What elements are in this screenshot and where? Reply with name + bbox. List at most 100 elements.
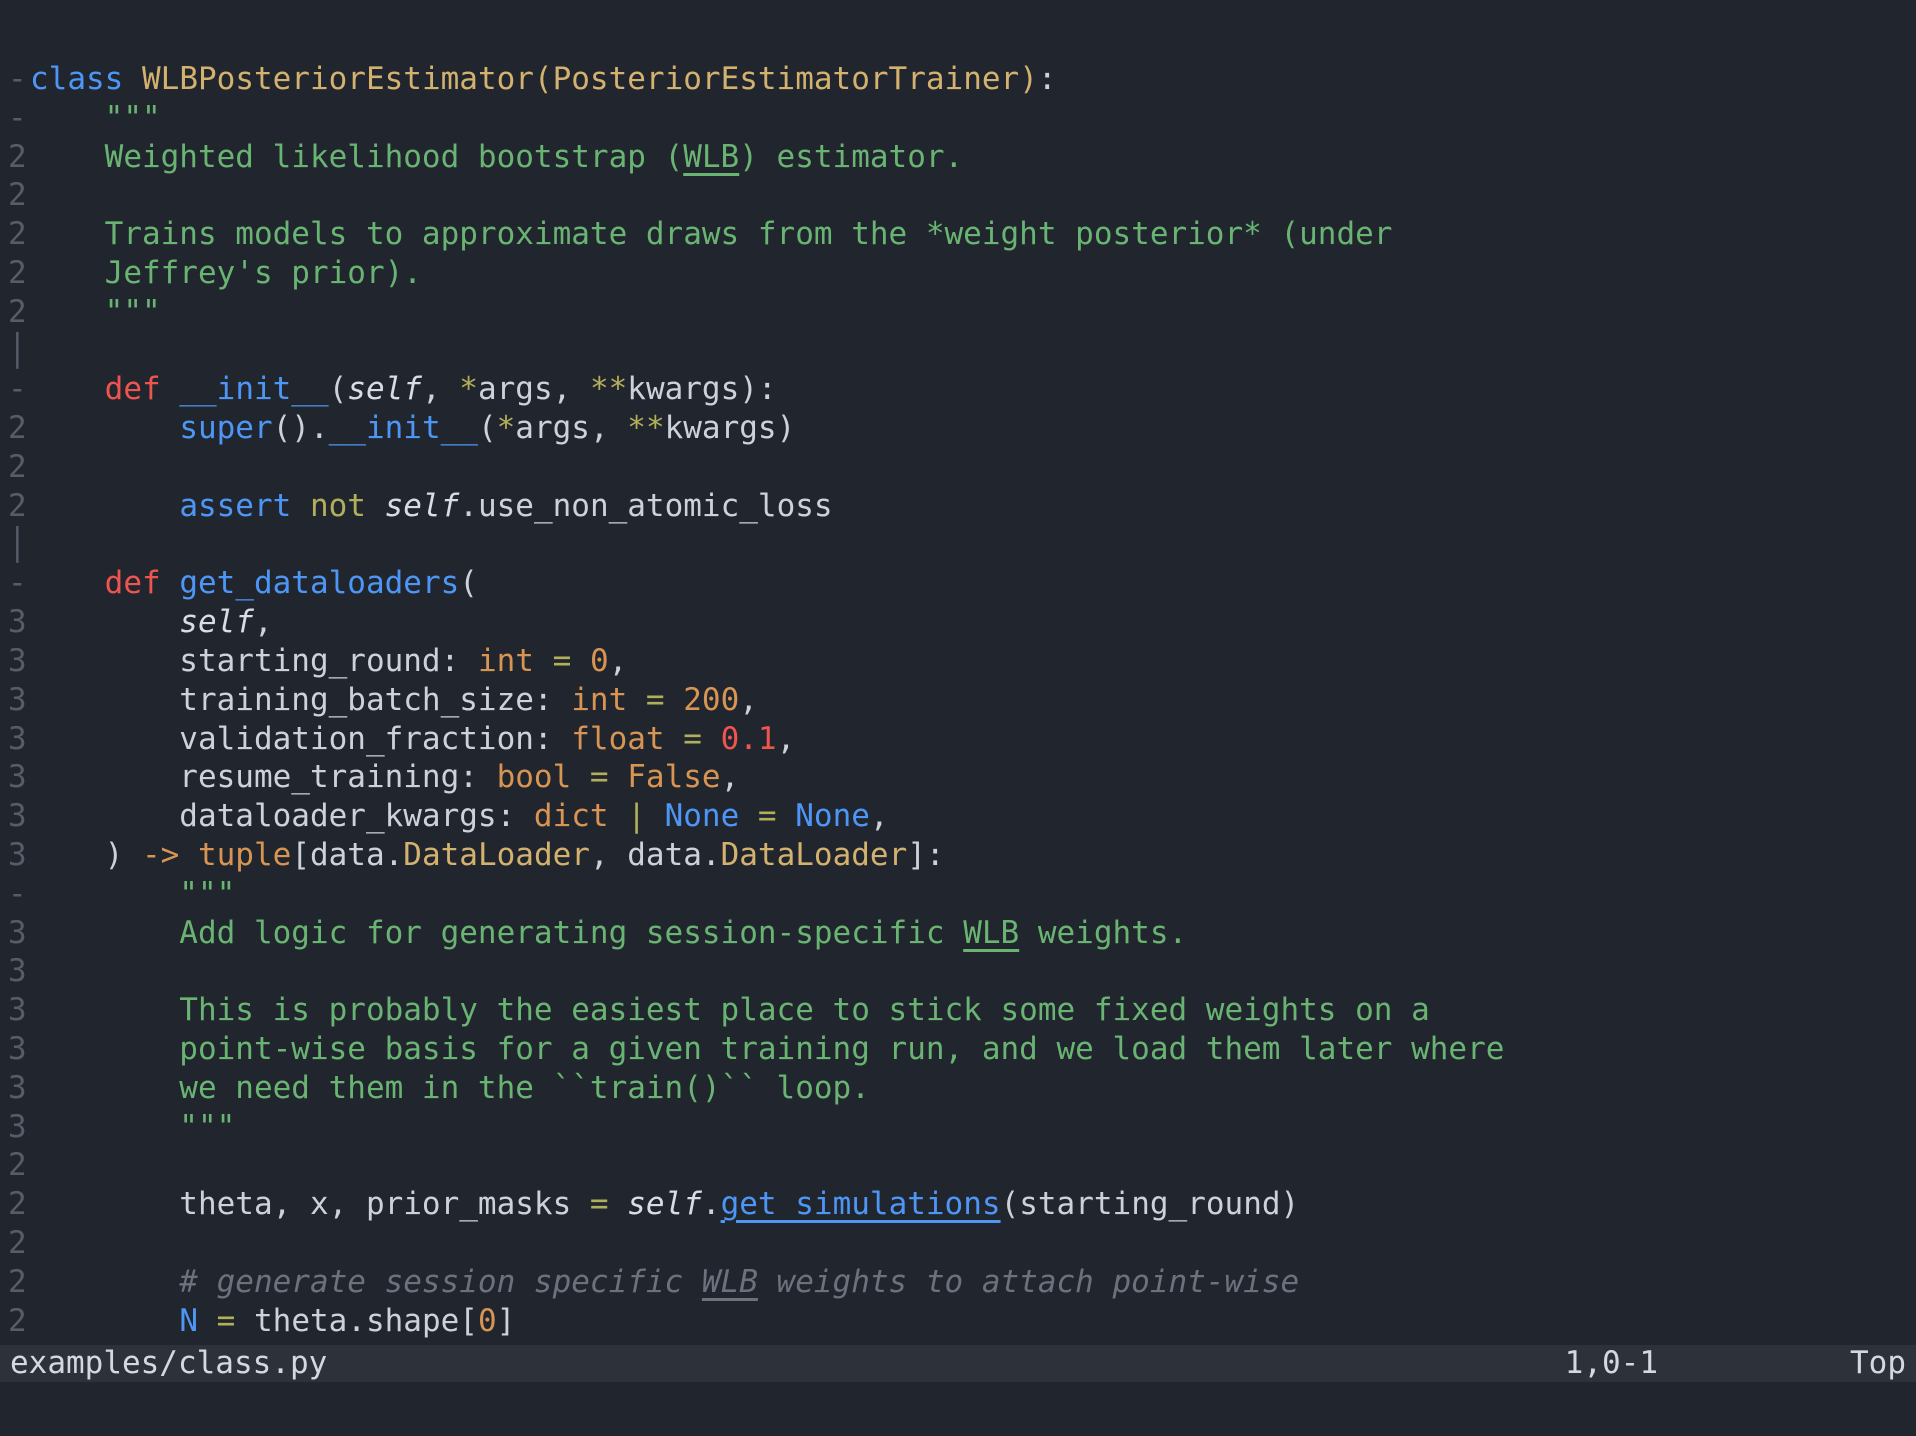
code-line[interactable]: 2 theta, x, prior_masks = self.get_simul… — [0, 1185, 1916, 1224]
code-line[interactable]: 2 — [0, 1146, 1916, 1185]
code-line[interactable]: 3 validation_fraction: float = 0.1, — [0, 720, 1916, 759]
fold-column-marker[interactable]: 3 — [8, 603, 27, 642]
fold-column-marker[interactable]: 2 — [8, 409, 27, 448]
code-line[interactable]: 2 assert not self.use_non_atomic_loss — [0, 487, 1916, 526]
fold-column-marker[interactable]: 2 — [8, 1263, 27, 1302]
fold-column-marker[interactable]: 2 — [8, 448, 27, 487]
code-line[interactable]: 2 — [0, 176, 1916, 215]
code-line[interactable]: │ — [0, 332, 1916, 371]
code-line[interactable]: 3 ) -> tuple[data.DataLoader, data.DataL… — [0, 836, 1916, 875]
command-line-area[interactable] — [0, 1382, 1916, 1436]
code-line[interactable]: -class WLBPosteriorEstimator(PosteriorEs… — [0, 60, 1916, 99]
code-line[interactable]: 3 point-wise basis for a given training … — [0, 1030, 1916, 1069]
fold-column-marker[interactable]: - — [8, 370, 27, 409]
code-line-text: resume_training: bool = False, — [30, 758, 739, 797]
fold-column-marker[interactable]: 3 — [8, 1108, 27, 1147]
code-line[interactable]: 2 N = theta.shape[0] — [0, 1302, 1916, 1341]
code-line[interactable]: 3 we need them in the ``train()`` loop. — [0, 1069, 1916, 1108]
code-line[interactable]: 3 """ — [0, 1108, 1916, 1147]
code-line[interactable]: 3 Add logic for generating session-speci… — [0, 914, 1916, 953]
code-token — [179, 837, 198, 873]
fold-column-marker[interactable]: 3 — [8, 952, 27, 991]
fold-column-marker[interactable]: 3 — [8, 1030, 27, 1069]
code-line[interactable]: 3 self, — [0, 603, 1916, 642]
code-line[interactable]: 2 Trains models to approximate draws fro… — [0, 215, 1916, 254]
code-token: .use_non_atomic_loss — [459, 488, 832, 524]
fold-column-marker[interactable]: 2 — [8, 138, 27, 177]
code-line-text: class WLBPosteriorEstimator(PosteriorEst… — [30, 60, 1057, 99]
fold-column-marker[interactable]: 2 — [8, 215, 27, 254]
fold-column-marker[interactable]: 2 — [8, 487, 27, 526]
code-line[interactable]: 3 This is probably the easiest place to … — [0, 991, 1916, 1030]
fold-column-marker[interactable]: 2 — [8, 254, 27, 293]
code-line[interactable]: - def __init__(self, *args, **kwargs): — [0, 370, 1916, 409]
code-line[interactable]: - """ — [0, 99, 1916, 138]
fold-column-marker[interactable]: 2 — [8, 1302, 27, 1341]
code-line-text: This is probably the easiest place to st… — [30, 991, 1430, 1030]
code-token: : — [1038, 61, 1057, 97]
code-token: ] — [497, 1303, 516, 1339]
code-line-text: training_batch_size: int = 200, — [30, 681, 758, 720]
code-token: DataLoader — [721, 837, 908, 873]
code-line[interactable]: 3 resume_training: bool = False, — [0, 758, 1916, 797]
code-token: = — [683, 721, 702, 757]
code-token: self — [179, 604, 254, 640]
fold-column-marker[interactable]: │ — [8, 332, 27, 371]
fold-column-marker[interactable]: 3 — [8, 681, 27, 720]
fold-column-marker[interactable]: 2 — [8, 293, 27, 332]
fold-column-marker[interactable]: - — [8, 60, 27, 99]
fold-column-marker[interactable]: │ — [8, 526, 27, 565]
fold-column-marker[interactable]: - — [8, 875, 27, 914]
fold-column-marker[interactable]: 3 — [8, 720, 27, 759]
code-area[interactable]: -class WLBPosteriorEstimator(PosteriorEs… — [0, 60, 1916, 1340]
fold-column-marker[interactable]: - — [8, 564, 27, 603]
code-line[interactable]: - def get_dataloaders( — [0, 564, 1916, 603]
code-token: ** — [590, 371, 627, 407]
code-line-text: super().__init__(*args, **kwargs) — [30, 409, 795, 448]
fold-column-marker[interactable]: 3 — [8, 836, 27, 875]
code-line[interactable]: │ — [0, 526, 1916, 565]
code-line[interactable]: 2 # generate session specific WLB weight… — [0, 1263, 1916, 1302]
code-token — [30, 565, 105, 601]
code-token: DataLoader — [403, 837, 590, 873]
code-token: N — [179, 1303, 198, 1339]
code-line[interactable]: 3 training_batch_size: int = 200, — [0, 681, 1916, 720]
code-token: -> — [142, 837, 179, 873]
fold-column-marker[interactable]: 2 — [8, 1185, 27, 1224]
code-token: args, — [515, 410, 627, 446]
code-token: [data. — [291, 837, 403, 873]
code-token: Add logic for generating session-specifi… — [30, 915, 963, 951]
fold-column-marker[interactable]: 3 — [8, 914, 27, 953]
fold-column-marker[interactable]: 3 — [8, 797, 27, 836]
fold-column-marker[interactable]: 3 — [8, 642, 27, 681]
code-line[interactable]: 2 super().__init__(*args, **kwargs) — [0, 409, 1916, 448]
code-line[interactable]: 2 """ — [0, 293, 1916, 332]
fold-column-marker[interactable]: 2 — [8, 1146, 27, 1185]
code-token: Trains models to approximate draws from … — [30, 216, 1392, 252]
code-token: None — [665, 798, 740, 834]
code-line[interactable]: 2 Weighted likelihood bootstrap (WLB) es… — [0, 138, 1916, 177]
code-token: , — [870, 798, 889, 834]
code-token: __init__ — [179, 371, 328, 407]
code-line[interactable]: 2 — [0, 1224, 1916, 1263]
code-token: ) — [30, 837, 142, 873]
code-line[interactable]: 3 — [0, 952, 1916, 991]
fold-column-marker[interactable]: 2 — [8, 1224, 27, 1263]
fold-column-marker[interactable]: 3 — [8, 991, 27, 1030]
fold-column-marker[interactable]: 3 — [8, 758, 27, 797]
code-token: = — [590, 759, 609, 795]
code-line[interactable]: 3 starting_round: int = 0, — [0, 642, 1916, 681]
fold-column-marker[interactable]: 2 — [8, 176, 27, 215]
code-line-text: """ — [30, 875, 235, 914]
status-filename: examples/class.py — [10, 1345, 327, 1382]
code-line[interactable]: 2 — [0, 448, 1916, 487]
fold-column-marker[interactable]: - — [8, 99, 27, 138]
code-token — [609, 759, 628, 795]
fold-column-marker[interactable]: 3 — [8, 1069, 27, 1108]
code-line-text: ) -> tuple[data.DataLoader, data.DataLoa… — [30, 836, 945, 875]
code-token — [571, 643, 590, 679]
code-token: get_dataloaders — [179, 565, 459, 601]
code-line[interactable]: 2 Jeffrey's prior). — [0, 254, 1916, 293]
code-line[interactable]: - """ — [0, 875, 1916, 914]
code-line[interactable]: 3 dataloader_kwargs: dict | None = None, — [0, 797, 1916, 836]
